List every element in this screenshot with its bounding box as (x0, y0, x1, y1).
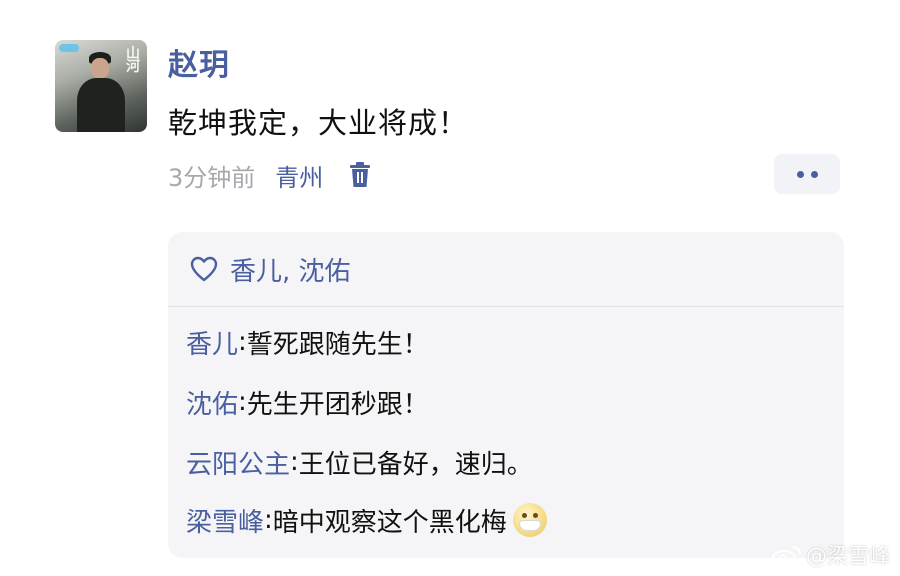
avatar-figure-body (77, 78, 125, 132)
comment-item: 香儿: 誓死跟随先生！ (186, 320, 429, 364)
emoji-mask (518, 520, 541, 531)
emoji-eye (521, 513, 527, 518)
poster-title-art: 山河 (126, 46, 140, 75)
comment-colon: : (238, 387, 247, 417)
comments-panel: 香儿, 沈佑 香儿: 誓死跟随先生！ 沈佑: 先生开团秒跟！ 云阳公主: 王位已… (168, 232, 844, 558)
heart-outline-icon[interactable] (190, 256, 218, 282)
watermark-text: @梁雪峰 (806, 544, 890, 568)
weibo-logo-icon (772, 546, 801, 566)
avatar-figure-head (91, 58, 109, 78)
more-dots-icon (796, 170, 804, 178)
liked-by-names[interactable]: 香儿, 沈佑 (230, 251, 351, 288)
comment-item: 云阳公主: 王位已备好，速归。 (186, 440, 533, 484)
comment-author[interactable]: 沈佑 (186, 384, 238, 421)
comment-text: 王位已备好，速归。 (298, 449, 533, 480)
comment-colon: : (238, 327, 247, 357)
post-meta: 3分钟前 青州 (168, 155, 371, 195)
comment-item: 梁雪峰: 暗中观察这个黑化梅 (186, 498, 547, 542)
likes-divider (168, 306, 844, 307)
emoji-eye (532, 513, 538, 518)
comment-author[interactable]: 云阳公主 (186, 444, 290, 481)
comment-text: 暗中观察这个黑化梅 (272, 507, 507, 538)
app-badge-icon (59, 44, 79, 52)
post-time: 3分钟前 (168, 163, 256, 192)
post-text: 乾坤我定，大业将成！ (168, 106, 469, 140)
trash-icon[interactable] (349, 162, 371, 188)
post-location[interactable]: 青州 (275, 158, 323, 193)
comment-author[interactable]: 梁雪峰 (186, 502, 264, 539)
comment-colon: : (290, 447, 299, 477)
more-options-button[interactable] (774, 154, 840, 194)
post-author-name[interactable]: 赵玥 (168, 40, 230, 84)
comment-author[interactable]: 香儿 (186, 324, 238, 361)
face-with-mask-emoji (512, 503, 547, 537)
comment-item: 沈佑: 先生开团秒跟！ (186, 380, 429, 424)
comment-colon: : (264, 505, 273, 535)
likes-row: 香儿, 沈佑 (168, 232, 844, 306)
weibo-watermark: @梁雪峰 (772, 540, 890, 570)
user-avatar[interactable]: 山河 (55, 40, 147, 132)
more-dots-icon (810, 170, 818, 178)
comment-text: 先生开团秒跟！ (246, 389, 429, 420)
comment-text: 誓死跟随先生！ (246, 329, 429, 360)
